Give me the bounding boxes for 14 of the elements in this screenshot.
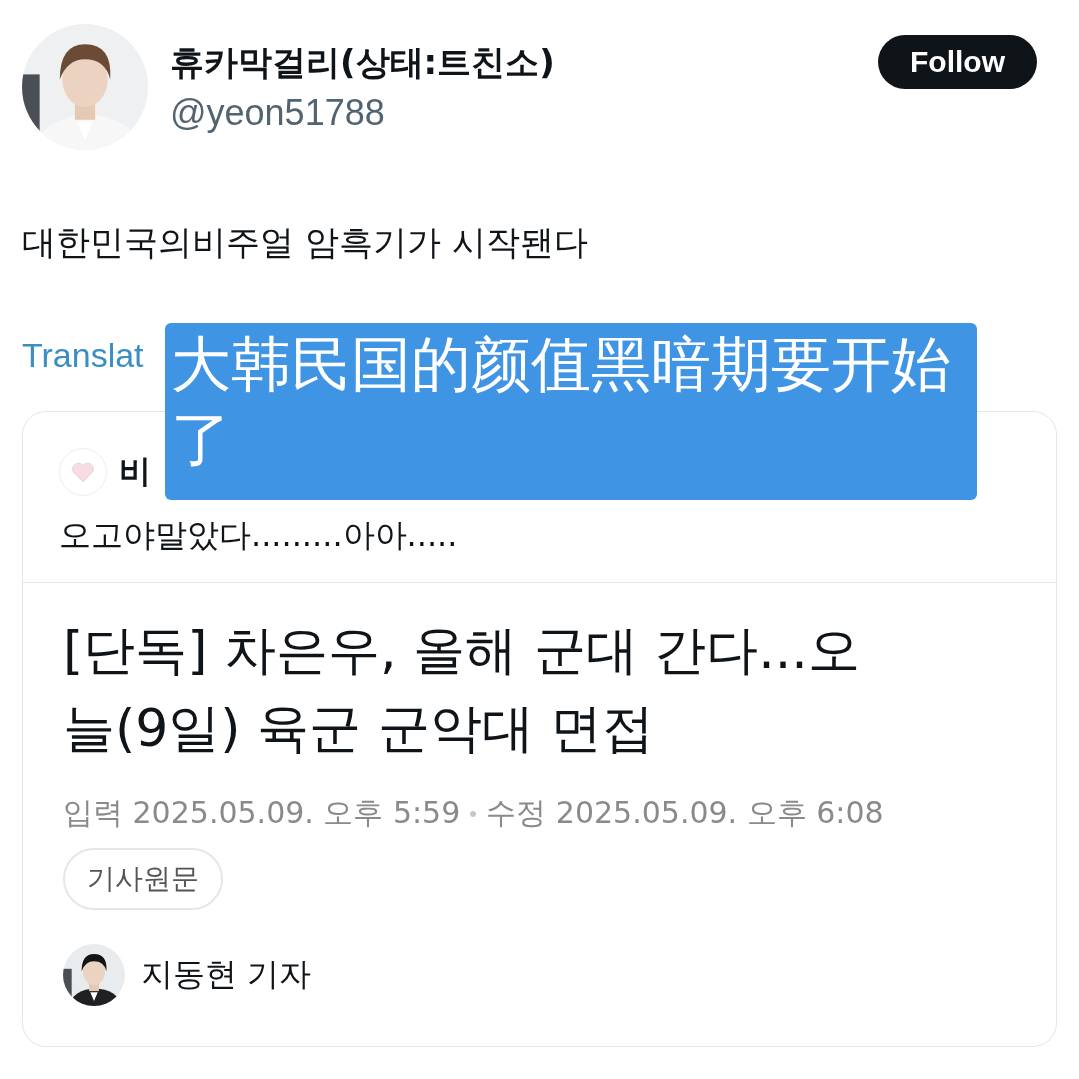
separator-dot-icon	[470, 810, 477, 817]
original-article-button[interactable]: 기사원문	[63, 848, 223, 910]
article-headline: [단독] 차은우, 올해 군대 간다...오늘(9일) 육군 군악대 면접	[63, 619, 861, 760]
tweet-text: 대한민국의비주얼 암흑기가 시작됀다	[22, 221, 589, 264]
edit-date: 수정 2025.05.09. 오후 6:08	[486, 794, 884, 832]
reporter-name: 지동현 기자	[141, 954, 312, 995]
user-handle: @yeon51788	[170, 92, 386, 134]
quoted-text: 오고야말았다.........아아.....	[58, 515, 459, 556]
translate-link[interactable]: Translat	[22, 336, 144, 375]
display-name: 비	[119, 451, 151, 492]
publish-date: 입력 2025.05.09. 오후 5:59	[63, 794, 461, 832]
caption-overlay: 大韩民国的颜值黑暗期要开始了	[165, 323, 977, 500]
display-name: 휴카막걸리(상태:트친소)	[170, 41, 556, 84]
follow-button[interactable]: Follow	[878, 35, 1037, 89]
